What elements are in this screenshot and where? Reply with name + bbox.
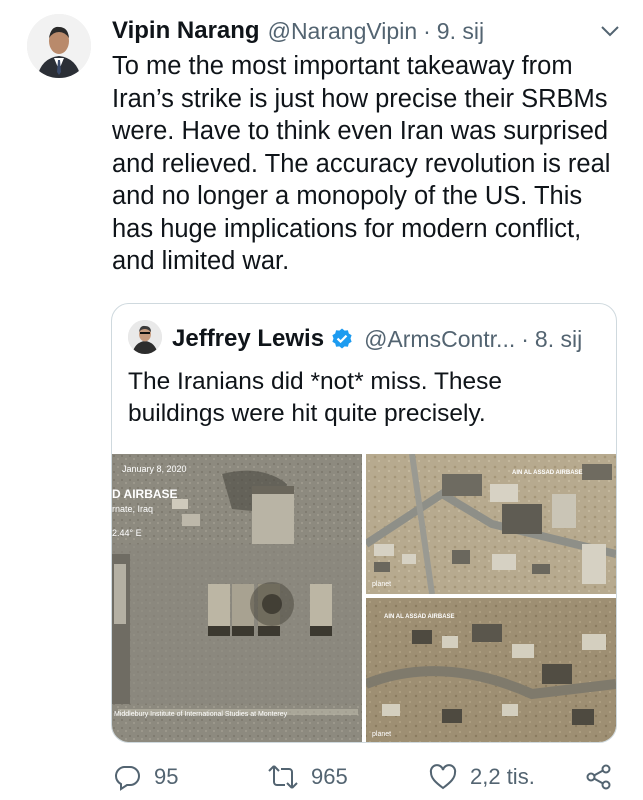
satellite-image-left[interactable]: January 8, 2020 D AIRBASE rnate, Iraq 2.…: [112, 454, 362, 742]
tweet-header: Vipin Narang @NarangVipin · 9. sij: [112, 14, 623, 48]
top-right-image-credit: planet: [372, 581, 391, 588]
like-count: 2,2 tis.: [470, 764, 535, 789]
reply-count: 95: [154, 764, 179, 789]
author-name[interactable]: Vipin Narang: [112, 17, 260, 45]
quoted-date[interactable]: 8. sij: [535, 326, 582, 353]
verified-badge-icon: [332, 328, 352, 349]
tweet-date[interactable]: 9. sij: [437, 18, 484, 45]
satellite-image-top-right[interactable]: AIN AL ASSAD AIRBASE planet: [363, 454, 616, 595]
reply-icon: [115, 766, 140, 791]
quoted-author-name[interactable]: Jeffrey Lewis: [172, 325, 324, 353]
author-avatar[interactable]: [27, 14, 91, 78]
left-image-location: rnate, Iraq: [112, 504, 153, 514]
bottom-right-image-credit: planet: [372, 731, 391, 738]
left-image-coords: 2.44° E: [112, 528, 142, 538]
like-button[interactable]: 2,2 tis.: [428, 760, 535, 794]
tweet-text: To me the most important takeaway from I…: [112, 52, 611, 275]
satellite-image-bottom-right[interactable]: AIN AL ASSAD AIRBASE planet: [364, 598, 616, 742]
author-handle[interactable]: @NarangVipin: [268, 18, 418, 45]
left-image-title: D AIRBASE: [112, 487, 178, 501]
share-button[interactable]: [584, 760, 614, 794]
retweet-count: 965: [311, 764, 348, 789]
top-right-image-title: AIN AL ASSAD AIRBASE: [512, 470, 583, 476]
left-image-date: January 8, 2020: [122, 464, 187, 474]
bottom-right-image-title: AIN AL ASSAD AIRBASE: [384, 614, 455, 620]
reply-button[interactable]: 95: [112, 760, 178, 794]
like-icon: [429, 764, 457, 790]
retweet-icon: [268, 765, 298, 789]
quoted-media-grid[interactable]: January 8, 2020 D AIRBASE rnate, Iraq 2.…: [112, 454, 616, 742]
share-icon: [586, 764, 611, 790]
chevron-down-icon[interactable]: [599, 20, 621, 42]
left-image-credit: Middlebury Institute of International St…: [114, 711, 288, 718]
quoted-tweet-text: The Iranians did *not* miss. These build…: [128, 368, 503, 427]
retweet-button[interactable]: 965: [267, 760, 348, 794]
quoted-separator: ·: [521, 325, 529, 352]
quoted-tweet[interactable]: Jeffrey Lewis @ArmsContr... · 8. sij The…: [111, 303, 617, 743]
tweet-actions: 95 965 2,2 tis.: [112, 760, 617, 794]
quoted-tweet-header: Jeffrey Lewis @ArmsContr... · 8. sij: [172, 322, 582, 356]
quoted-author-handle[interactable]: @ArmsContr...: [364, 326, 515, 353]
separator: ·: [423, 17, 431, 44]
quoted-author-avatar[interactable]: [128, 320, 162, 354]
